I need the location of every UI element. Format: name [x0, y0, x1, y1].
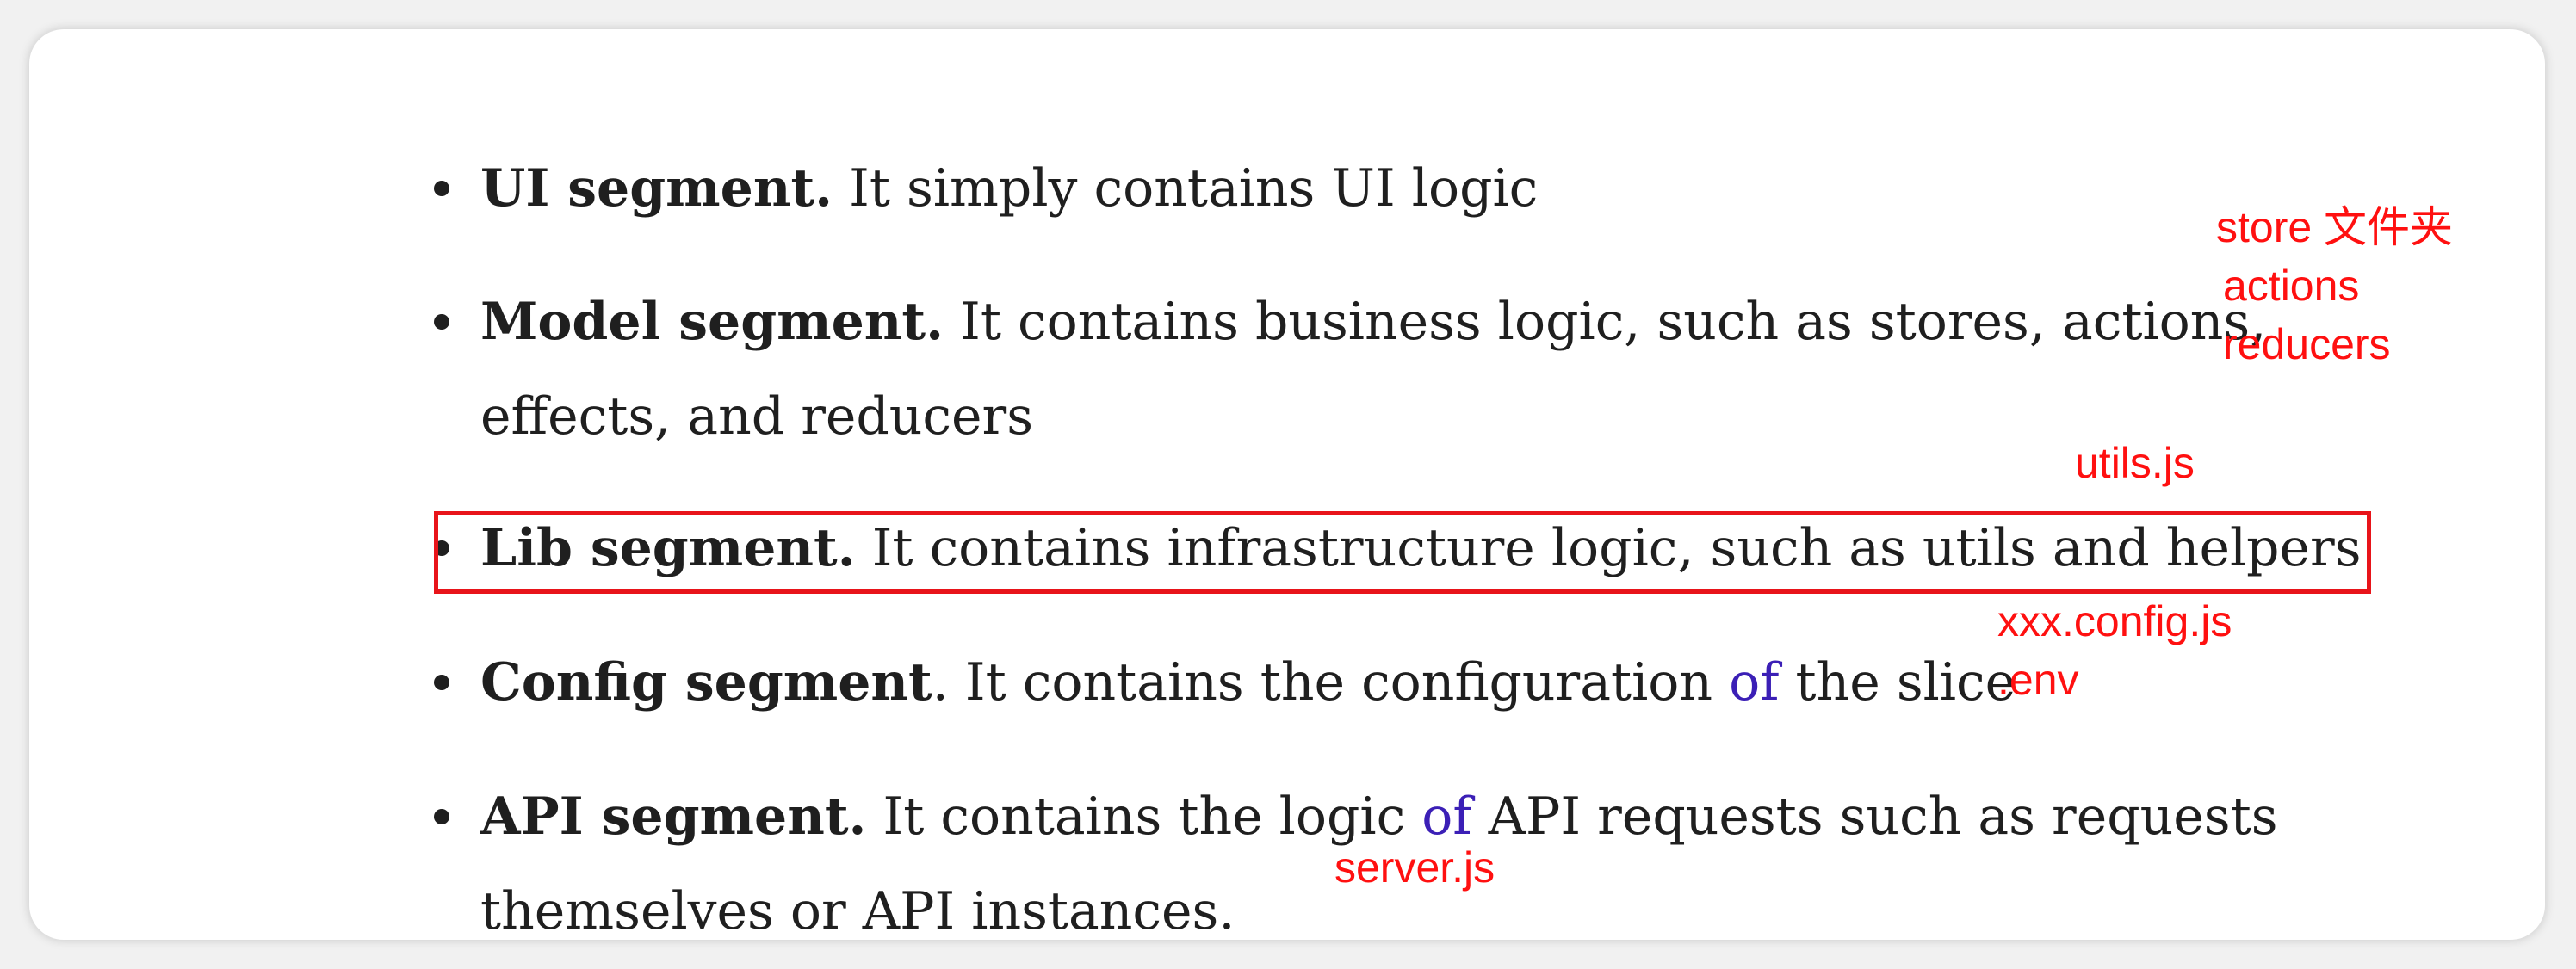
segment-description-end: API requests such as requests [1471, 787, 2278, 847]
segment-description: It contains the configuration [948, 652, 1730, 713]
annotation-api: server.js [1334, 843, 1495, 892]
list-item-line: Model segment. It contains business logi… [480, 275, 2266, 369]
annotation-line: .env [1997, 656, 2079, 704]
content-card: UI segment. It simply contains UI logic … [29, 29, 2545, 941]
segment-description-end: the slice [1779, 652, 2016, 713]
segment-title: Model segment. [480, 292, 944, 352]
list-item-line: UI segment. It simply contains UI logic [480, 141, 1538, 236]
bullet-icon [434, 675, 449, 690]
bullet-icon [434, 809, 449, 824]
segment-title-period: . [932, 652, 949, 713]
annotation-config: xxx.config.js .env [1997, 592, 2232, 709]
lib-segment-highlight-box [434, 511, 2371, 594]
annotation-model: store 文件夹 actions reducers [2216, 198, 2453, 373]
bullet-icon [434, 181, 449, 196]
segment-description: It simply contains UI logic [833, 158, 1539, 219]
segment-title: API segment. [480, 787, 867, 847]
list-item-line-continued: themselves or API instances. [480, 881, 1235, 941]
annotation-line: store 文件夹 [2216, 203, 2454, 251]
annotation-lib: utils.js [2075, 439, 2195, 487]
list-item-line: Config segment. It contains the configur… [480, 635, 2016, 730]
annotation-line: actions [2223, 262, 2360, 310]
segment-description: It contains business logic, such as stor… [944, 292, 2267, 352]
segment-title: UI segment. [480, 158, 833, 219]
list-item-line-continued: effects, and reducers [480, 386, 1034, 447]
annotation-line: reducers [2223, 320, 2391, 368]
of-link[interactable]: of [1729, 652, 1779, 713]
annotation-line: xxx.config.js [1997, 597, 2232, 645]
bullet-icon [434, 314, 449, 330]
segment-title: Config segment [480, 652, 932, 713]
